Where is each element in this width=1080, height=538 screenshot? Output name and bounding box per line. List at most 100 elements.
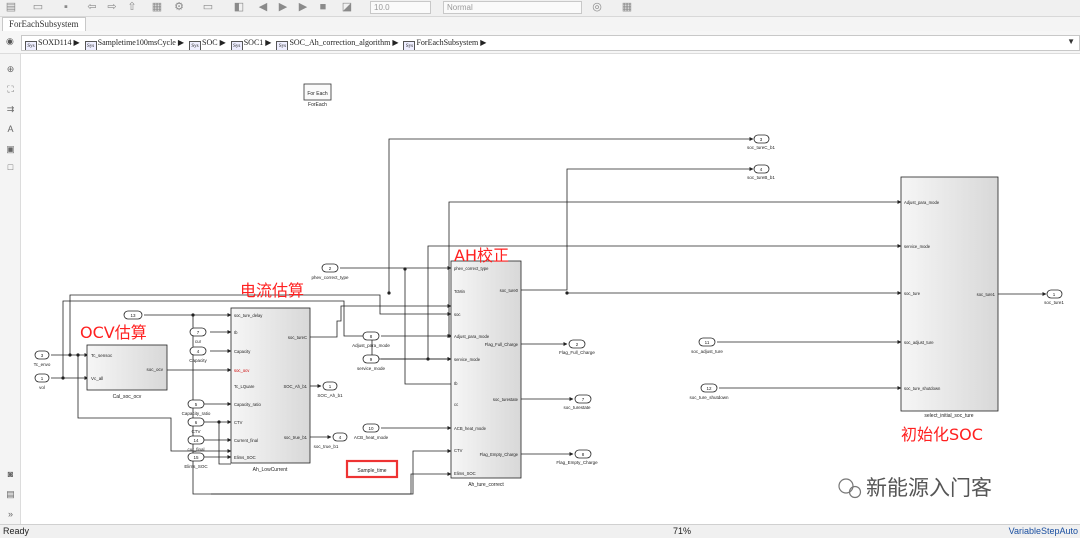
port-label: soc_tureC (288, 335, 307, 340)
inport-label: Capacity (189, 358, 207, 363)
port-label: SOC_Ah_b1 (283, 384, 307, 389)
port-label: soc (454, 312, 461, 317)
block-name: Ah_LowCurrent (253, 467, 288, 473)
settings-icon[interactable]: ⚙ (172, 1, 186, 14)
model-config-icon[interactable]: ▭ (200, 1, 216, 14)
port-label: soc_turestate (493, 397, 519, 402)
port-label: cc (454, 402, 458, 407)
open-icon[interactable]: ▭ (30, 1, 46, 14)
zoom-icon[interactable]: ⊕ (5, 64, 16, 75)
port-label: ACB_heat_mode (454, 426, 487, 431)
port-label: Tc_LQuare (234, 384, 255, 389)
breadcrumb-item[interactable]: Sys SOC1 (230, 36, 263, 50)
address-bar: ◉ Sys SOXD114 ▶ Sys Sampletime100msCycle ▶ S… (0, 31, 1080, 54)
block-palette: ⊕ ⛶ ⇉ A ▣ □ ◙ ▤ » (0, 54, 21, 524)
diagram-canvas[interactable]: For Each ForEach Tc_sensoc Vc_all soc_oc… (21, 54, 1080, 524)
block-name: Cal_soc_ocv (113, 394, 142, 400)
tab-strip: ForEachSubsystem (0, 17, 1080, 31)
port-label: CTV (234, 420, 243, 425)
image-icon[interactable]: ▣ (5, 144, 16, 155)
block-name: Ah_ture_correct (468, 482, 504, 488)
explorer-icon[interactable]: ▤ (5, 489, 16, 500)
outport-label: soc_true_b1 (314, 444, 339, 449)
wechat-icon (838, 478, 854, 494)
subsystem-icon: Sys (403, 41, 416, 50)
library-icon[interactable]: ▦ (150, 1, 164, 14)
port-label: soc_ture_delay (234, 313, 263, 318)
breadcrumb-item[interactable]: Sys SOXD114 (25, 36, 71, 50)
outport-label: Flag_Empty_Charge (556, 460, 598, 465)
port-label: soc_adjust_ture (904, 340, 934, 345)
back-icon[interactable]: ⇦ (86, 1, 98, 14)
port-label: soc_ocv (146, 367, 163, 372)
outport-label: soc_turestate (563, 405, 591, 410)
port-label: service_mode (904, 244, 931, 249)
port-label: soc_ture1 (977, 292, 996, 297)
zoom-level: 71% (673, 526, 692, 536)
breadcrumb-item[interactable]: Sys ForEachSubsystem (403, 36, 478, 50)
inport-number: 14 (193, 438, 199, 443)
tab-foreachsubsystem[interactable]: ForEachSubsystem (2, 17, 86, 31)
stop-time-field[interactable]: 10.0 (370, 1, 431, 14)
foreach-block-caption: ForEach (308, 102, 327, 108)
inport-label: phev_correct_type (311, 275, 349, 280)
subsystem-icon: Sys (84, 41, 97, 50)
annotation-ocv: OCV估算 (80, 323, 147, 342)
port-label: Vc_all (91, 376, 103, 381)
simulation-mode-select[interactable]: Normal (443, 1, 582, 14)
annotation-icon[interactable]: A (5, 124, 16, 135)
camera-icon[interactable]: ◙ (5, 469, 16, 480)
block-name: select_initial_soc_ture (924, 413, 973, 419)
port-label: phev_correct_type (454, 266, 489, 271)
status-text: Ready (3, 526, 30, 536)
inport-label: CTV (192, 429, 201, 434)
inport-label: ACB_heat_mode (354, 435, 389, 440)
up-icon[interactable]: ⇧ (126, 1, 138, 14)
breadcrumb-item[interactable]: Sys SOC (189, 36, 218, 50)
breadcrumb-item[interactable]: Sys SOC_Ah_correction_algorithm (276, 36, 390, 50)
check-icon[interactable]: ◎ (590, 1, 604, 14)
solver-status[interactable]: VariableStepAuto (1009, 525, 1078, 538)
fit-view-icon[interactable]: ⛶ (5, 84, 16, 95)
forward-icon[interactable]: ⇨ (106, 1, 118, 14)
stop-icon[interactable]: ■ (316, 1, 330, 14)
port-label: Adjust_para_mode (454, 334, 490, 339)
save-icon[interactable]: ▪ (60, 1, 72, 14)
port-label: Flag_Empty_Charge (480, 452, 519, 457)
outport-label: Flag_Full_Charge (559, 350, 595, 355)
port-label: soc_ture_shutdown (904, 386, 941, 391)
port-label: Elims_SOC (234, 455, 256, 460)
subsystem-icon: Sys (230, 41, 243, 50)
breadcrumb-item[interactable]: Sys Sampletime100msCycle (84, 36, 176, 50)
port-label: Adjust_para_mode (904, 200, 940, 205)
expand-icon[interactable]: » (5, 509, 16, 520)
inport-label: cur_final (187, 447, 204, 452)
run-icon[interactable]: ▶ (276, 1, 290, 14)
inport-number: 10 (368, 426, 374, 431)
scope-icon[interactable]: ◪ (340, 1, 354, 14)
status-bar: Ready 71% VariableStepAuto (0, 524, 1080, 538)
inport-label: service_mode (357, 366, 386, 371)
debug-icon[interactable]: ◧ (232, 1, 246, 14)
watermark-text: 新能源入门客 (866, 476, 992, 500)
subsystem-icon: Sys (189, 41, 202, 50)
port-label: soc_ture0 (500, 288, 519, 293)
port-label: Flag_Full_Charge (485, 342, 519, 347)
port-label: Capacity_ratio (234, 402, 261, 407)
port-label: Capacity (234, 349, 251, 354)
area-icon[interactable]: □ (5, 162, 16, 173)
new-model-icon[interactable]: ▤ (3, 1, 19, 14)
toolbar: ▤ ▭ ▪ ⇦ ⇨ ⇧ ▦ ⚙ ▭ ◧ ◀ ▶ ▶ ■ ◪ 10.0 Norma… (0, 0, 1080, 17)
breadcrumb-dropdown-icon[interactable]: ▼ (1067, 37, 1075, 46)
model-icon: Sys (25, 41, 37, 50)
grid-icon[interactable]: ▦ (620, 1, 634, 14)
outport-label: soc_ture1 (1044, 300, 1064, 305)
inport-number: 15 (193, 455, 199, 460)
step-back-icon[interactable]: ◀ (256, 1, 270, 14)
subsystem-icon: Sys (276, 41, 289, 50)
step-forward-icon[interactable]: ▶ (296, 1, 310, 14)
port-label: TcMin (454, 289, 466, 294)
hide-show-explorer-icon[interactable]: ◉ (6, 36, 14, 47)
inport-label: Tc_envo (34, 362, 51, 367)
arrow-icon[interactable]: ⇉ (5, 104, 16, 115)
